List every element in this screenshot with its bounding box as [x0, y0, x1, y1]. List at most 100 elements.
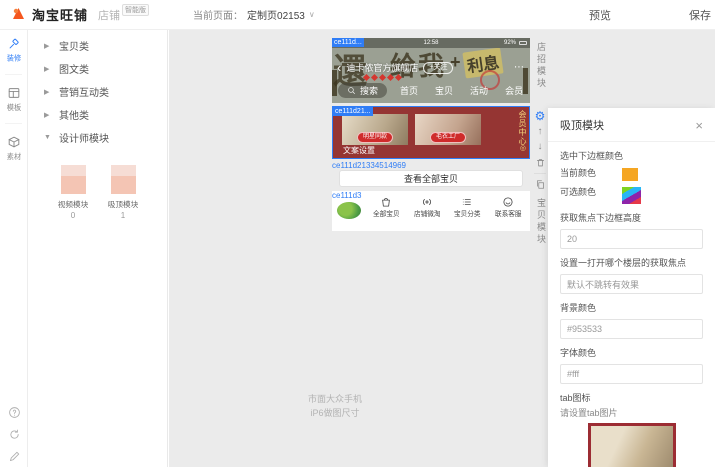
cube-icon [7, 135, 21, 149]
feedback-edit-icon[interactable] [8, 450, 21, 463]
close-icon[interactable]: × [695, 120, 703, 131]
tree-expanded-icon: ▼ [44, 134, 52, 141]
preview-button[interactable]: 预览 [589, 7, 611, 23]
module-vertical-label-products: 宝贝模块 [535, 198, 548, 246]
nav-item-customer-service[interactable]: 联系客服 [488, 194, 529, 231]
color-picker-swatch[interactable] [622, 187, 641, 204]
more-icon[interactable]: ⋯ [514, 62, 525, 73]
rail-item-material[interactable]: 素材 [0, 128, 28, 168]
module-thumbnail [61, 165, 86, 194]
tree-item-image-text[interactable]: ▶ 图文类 [29, 57, 167, 80]
module-thumbnail [111, 165, 136, 194]
module-label: 吸顶模块 [107, 199, 139, 209]
nav-item-label: 宝贝分类 [448, 209, 486, 219]
tree-item-other[interactable]: ▶ 其他类 [29, 103, 167, 126]
module-settings-gear-icon[interactable]: ⚙ [535, 110, 546, 122]
canvas-footnote: 市面大众手机 iP6做图尺寸 [292, 392, 378, 421]
module-tree-panel: ▶ 宝贝类 ▶ 图文类 ▶ 营销互动类 ▶ 其他类 ▼ 设计师模块 视频模块 0 [29, 30, 168, 467]
store-avatar [337, 202, 361, 219]
sticky-module-selected[interactable]: ce111d21... 明星同款 毛衣工厂 会员中心 ◎ 文案设置 [332, 106, 530, 159]
nav-item-all-products[interactable]: 全部宝贝 [366, 194, 407, 231]
back-icon[interactable]: ‹ [337, 63, 341, 73]
list-icon [461, 196, 473, 208]
nav-item-label: 店铺微淘 [408, 209, 446, 219]
tree-collapsed-icon: ▶ [44, 42, 52, 50]
tree-item-designer-modules[interactable]: ▼ 设计师模块 [29, 126, 167, 149]
tree-item-products[interactable]: ▶ 宝贝类 [29, 34, 167, 57]
module-label: 视频模块 [57, 199, 89, 209]
store-tab-items[interactable]: 宝贝 [435, 84, 453, 97]
store-tab[interactable]: 店铺 [98, 7, 120, 23]
follow-button[interactable]: +关注 [423, 62, 453, 74]
designer-module-list: 视频模块 0 吸顶模块 1 [29, 149, 167, 220]
store-name: 迪卡侬官方旗舰店 [346, 61, 418, 74]
rail-item-label: 素材 [1, 152, 26, 162]
photo-tag-button[interactable]: 明星同款 [357, 132, 393, 143]
background-color-label: 背景颜色 [560, 301, 703, 314]
module-settings-panel: 吸顶模块 × 选中下边框颜色 当前颜色 可选颜色 获取焦点下边框高度 设置一打开… [548, 108, 715, 467]
module-id-tag: ce111d3 [332, 191, 362, 200]
member-center-ribbon[interactable]: 会员中心 [517, 110, 528, 146]
tree-item-label: 营销互动类 [59, 84, 109, 99]
open-floor-select[interactable] [560, 274, 703, 294]
header-actions: 预览 保存 [589, 7, 711, 23]
store-nav-module[interactable]: ce111d3 全部宝贝 店铺微淘 [332, 191, 530, 231]
save-button[interactable]: 保存 [689, 7, 711, 23]
chevron-down-icon: ∨ [309, 10, 315, 19]
store-tab-member[interactable]: 会员 [505, 84, 523, 97]
module-count: 1 [106, 211, 140, 220]
view-all-products-button[interactable]: 查看全部宝贝 [339, 170, 523, 187]
rail-item-decorate[interactable]: 装修 [0, 30, 28, 70]
module-count: 0 [56, 211, 90, 220]
move-down-icon[interactable]: ↓ [538, 142, 543, 152]
module-card-sticky[interactable]: 吸顶模块 1 [106, 165, 140, 220]
search-input[interactable]: 搜索 [338, 83, 387, 98]
tree-item-label: 图文类 [59, 61, 89, 76]
current-page-selector[interactable]: 当前页面： 定制页02153 ∨ [193, 7, 315, 22]
panel-title: 吸顶模块 [560, 117, 604, 133]
nav-item-label: 联系客服 [489, 209, 527, 219]
divider [5, 74, 22, 75]
background-color-input[interactable] [560, 319, 703, 339]
tree-item-label: 设计师模块 [59, 130, 109, 145]
footnote-line1: 市面大众手机 [292, 392, 378, 406]
banner-red-decor [364, 75, 401, 80]
rail-item-template[interactable]: 模板 [0, 79, 28, 119]
left-rail: 装修 模板 素材 [0, 30, 28, 467]
move-up-icon[interactable]: ↑ [538, 127, 543, 137]
help-icon[interactable] [8, 406, 21, 419]
store-tab-home[interactable]: 首页 [400, 84, 418, 97]
delete-trash-icon[interactable] [535, 157, 546, 168]
focus-height-label: 获取焦点下边框高度 [560, 211, 703, 224]
sticky-module-bg: ce111d21... 明星同款 毛衣工厂 会员中心 ◎ 文案设置 [333, 107, 529, 158]
module-card-video[interactable]: 视频模块 0 [56, 165, 90, 220]
product-photo: 明星同款 [342, 114, 408, 145]
photo-tag-button[interactable]: 毛衣工厂 [430, 132, 466, 143]
current-page-value: 定制页02153 [247, 7, 305, 22]
nav-item-weitao[interactable]: 店铺微淘 [407, 194, 448, 231]
tree-item-label: 宝贝类 [59, 38, 89, 53]
store-tab-activity[interactable]: 活动 [470, 84, 488, 97]
tree-collapsed-icon: ▶ [44, 111, 52, 119]
store-designer-app: 淘宝旺铺 店铺 智能版 当前页面： 定制页02153 ∨ 预览 保存 装修 [0, 0, 715, 467]
current-color-label: 当前颜色 [560, 168, 622, 180]
copy-icon[interactable] [535, 179, 546, 190]
tree-collapsed-icon: ▶ [44, 88, 52, 96]
optional-color-label: 可选颜色 [560, 187, 596, 199]
store-banner-module[interactable]: 還 给我 + 利息 ‹ 迪卡侬官方旗舰店 +关注 ⋯ [332, 48, 530, 103]
tree-item-label: 其他类 [59, 107, 89, 122]
refresh-icon[interactable] [8, 428, 21, 441]
focus-height-input[interactable] [560, 229, 703, 249]
font-color-input[interactable] [560, 364, 703, 384]
nav-item-categories[interactable]: 宝贝分类 [447, 194, 488, 231]
rail-item-label: 模板 [1, 103, 26, 113]
tree-item-marketing[interactable]: ▶ 营销互动类 [29, 80, 167, 103]
app-title: 淘宝旺铺 [32, 5, 88, 24]
battery-icon [519, 41, 527, 45]
product-photo: 毛衣工厂 [415, 114, 481, 145]
nav-item-label: 全部宝贝 [367, 209, 405, 219]
current-color-swatch[interactable] [622, 168, 638, 181]
open-floor-label: 设置一打开哪个楼层的获取焦点 [560, 256, 703, 269]
tab-image-preview[interactable]: 明星同款 [588, 423, 676, 467]
rail-bottom [0, 406, 28, 463]
